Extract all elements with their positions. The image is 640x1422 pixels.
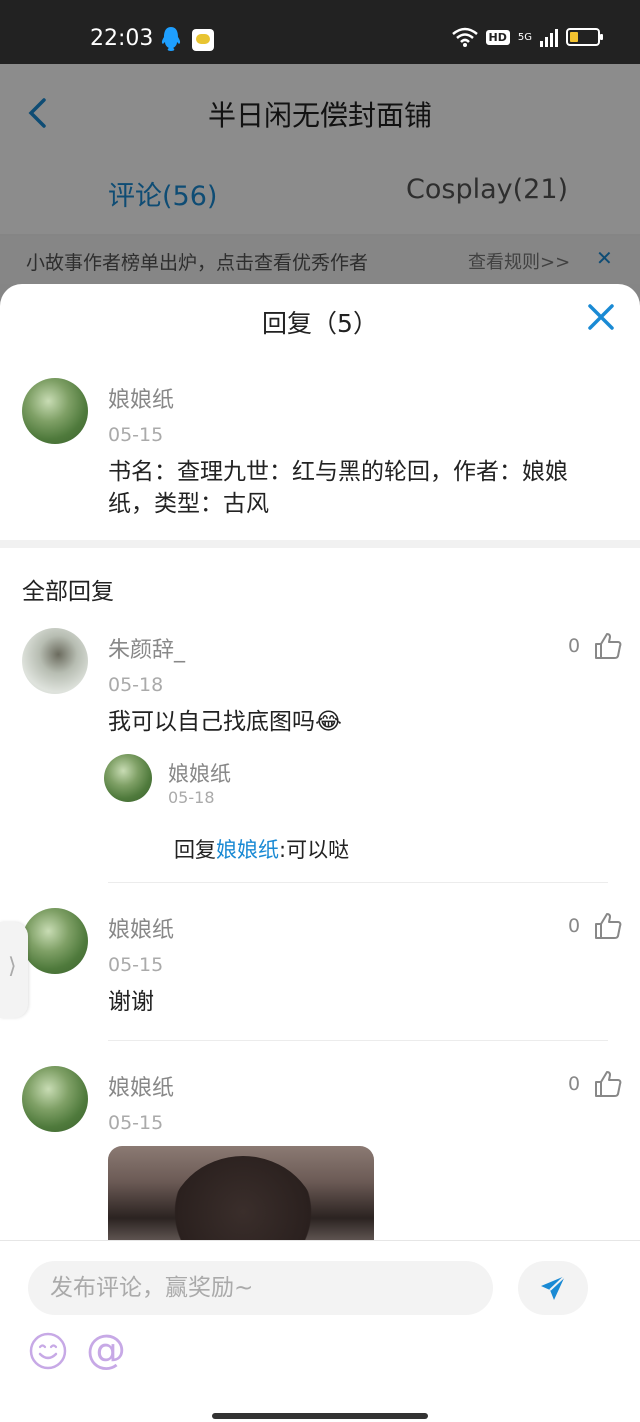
avatar[interactable] [22,908,88,974]
sub-reply-author-name[interactable]: 娘娘纸 [168,758,231,788]
wifi-icon [451,27,478,47]
like-count: 0 [568,1073,581,1095]
thumbs-up-icon[interactable] [594,912,622,940]
reply-text: 我可以自己找底图吗😂 [108,709,342,735]
network-type: 5G [517,31,532,43]
like-button[interactable]: 0 [568,1070,622,1098]
home-indicator [212,1413,428,1419]
reply-target-link[interactable]: 娘娘纸 [216,838,279,862]
thumbs-up-icon[interactable] [594,632,622,660]
qq-icon [161,27,181,51]
post-text: 书名：查理九世：红与黑的轮回，作者：娘娘纸，类型：古风 [108,459,568,517]
like-count: 0 [568,635,581,657]
all-replies-heading: 全部回复 [22,579,114,605]
avatar[interactable] [22,628,88,694]
reply-prefix: 回复 [174,838,216,862]
message-app-icon [192,29,214,51]
avatar[interactable] [104,754,152,802]
side-drawer-handle[interactable]: ⟩ [0,922,28,1018]
sheet-title: 回复（5） [262,309,378,338]
sub-reply-text: 回复娘娘纸:可以哒 [174,834,349,864]
signal-icon [540,29,558,47]
comment-bar: @ [0,1240,640,1422]
send-button[interactable] [518,1261,588,1315]
reply-date: 05-18 [108,674,164,696]
reply-author-name[interactable]: 娘娘纸 [108,1070,174,1102]
avatar[interactable] [22,1066,88,1132]
sub-reply-date: 05-18 [168,788,215,807]
reply-date: 05-15 [108,954,164,976]
status-time: 22:03 [90,26,154,51]
divider [108,882,608,883]
close-icon[interactable] [586,302,616,332]
like-count: 0 [568,915,581,937]
mention-icon[interactable]: @ [86,1327,126,1373]
avatar[interactable] [22,378,88,444]
chevron-right-icon: ⟩ [8,954,17,979]
divider [0,540,640,548]
reply-date: 05-15 [108,1112,164,1134]
hd-badge: HD [485,29,510,45]
status-bar: 22:03 HD 5G [0,0,640,64]
status-indicators: HD 5G [451,27,603,47]
battery-icon [566,28,603,46]
like-button[interactable]: 0 [568,912,622,940]
reply-content: :可以哒 [279,838,350,862]
thumbs-up-icon[interactable] [594,1070,622,1098]
reply-author-name[interactable]: 朱颜辞_ [108,632,185,664]
comment-input[interactable] [28,1261,493,1315]
post-date: 05-15 [108,424,164,446]
send-icon [541,1275,566,1300]
post-author-name[interactable]: 娘娘纸 [108,382,174,414]
reply-author-name[interactable]: 娘娘纸 [108,912,174,944]
emoji-icon[interactable] [28,1331,68,1371]
divider [108,1040,608,1041]
like-button[interactable]: 0 [568,632,622,660]
reply-text: 谢谢 [108,989,154,1015]
